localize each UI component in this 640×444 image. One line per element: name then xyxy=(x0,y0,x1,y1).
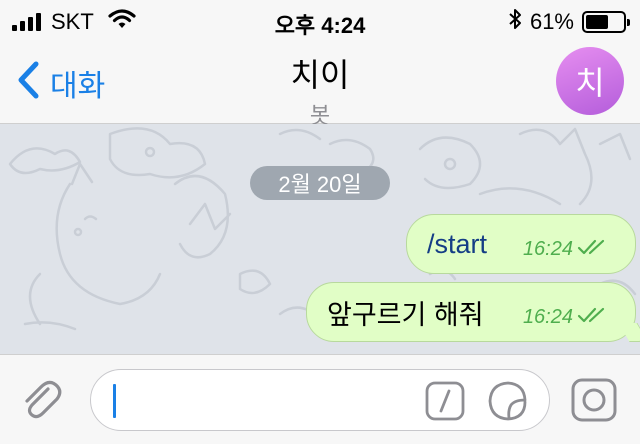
message-time: 16:24 xyxy=(522,306,573,328)
sticker-icon xyxy=(487,381,529,426)
camera-button[interactable] xyxy=(570,377,618,428)
message-input-bar xyxy=(0,354,640,444)
message-text: 앞구르기 해줘 xyxy=(327,299,484,330)
paperclip-icon xyxy=(18,380,64,427)
avatar-letter: 치 xyxy=(575,65,605,101)
attach-button[interactable] xyxy=(18,377,64,428)
chat-header: 대화 치이 봇 치 xyxy=(0,40,640,128)
battery-percent: 61% xyxy=(529,9,574,34)
message-input[interactable] xyxy=(90,369,550,431)
camera-icon xyxy=(570,378,618,427)
date-separator: 2월 20일 xyxy=(250,166,390,200)
sticker-button[interactable] xyxy=(487,380,529,427)
status-bar-right: 61% xyxy=(508,8,630,36)
bluetooth-icon xyxy=(508,8,522,36)
command-icon xyxy=(425,381,465,425)
message-bubble[interactable]: /start 16:24 xyxy=(406,214,636,274)
message-meta: 16:24 xyxy=(523,306,607,329)
battery-level xyxy=(586,15,608,29)
message-meta: 16:24 xyxy=(523,238,607,261)
message-text[interactable]: /start xyxy=(427,229,487,260)
double-check-icon xyxy=(577,238,607,261)
bot-command-button[interactable] xyxy=(425,381,465,426)
message-time: 16:24 xyxy=(522,238,573,260)
chat-title-block[interactable]: 치이 봇 xyxy=(0,50,640,130)
message-bubble[interactable]: 앞구르기 해줘 16:24 xyxy=(306,282,636,342)
text-caret xyxy=(113,384,116,418)
double-check-icon xyxy=(577,306,607,329)
status-bar: SKT 오후 4:24 61% xyxy=(0,0,640,40)
battery-icon xyxy=(582,11,630,33)
chat-title: 치이 xyxy=(290,57,350,93)
avatar[interactable]: 치 xyxy=(556,47,624,115)
chat-area[interactable]: 2월 20일 /start 16:24 앞구르기 해줘 16:24 xyxy=(0,124,640,354)
